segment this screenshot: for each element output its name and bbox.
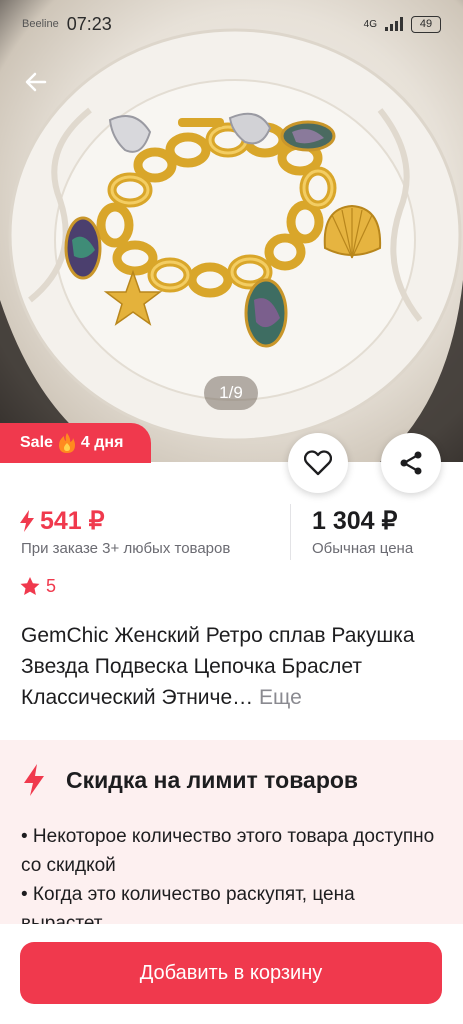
share-icon bbox=[400, 451, 422, 475]
limit-discount-title: Скидка на лимит товаров bbox=[66, 766, 359, 793]
sale-badge: Sale 4 дня bbox=[0, 423, 151, 463]
show-more-link[interactable]: Еще bbox=[259, 686, 302, 709]
product-title-text: GemChic Женский Ретро сплав Ракушка Звез… bbox=[21, 624, 415, 709]
lightning-icon bbox=[20, 510, 34, 532]
star-icon bbox=[20, 577, 40, 595]
status-carrier: Beeline bbox=[22, 18, 59, 30]
limit-discount-header: Скидка на лимит товаров bbox=[24, 764, 358, 796]
fire-icon bbox=[58, 433, 75, 453]
back-button[interactable] bbox=[16, 62, 56, 102]
price-divider bbox=[290, 504, 291, 560]
rating-value: 5 bbox=[46, 576, 57, 596]
rating[interactable]: 5 bbox=[20, 576, 56, 597]
price-block: 541 ₽ При заказе 3+ любых товаров 1 304 … bbox=[0, 502, 463, 562]
regular-price: 1 304 ₽ bbox=[312, 507, 398, 535]
sale-label: Sale bbox=[20, 434, 53, 451]
product-title: GemChic Женский Ретро сплав Ракушка Звез… bbox=[21, 620, 441, 713]
limit-discount-line-1: • Некоторое количество этого товара дост… bbox=[21, 826, 435, 876]
sale-days: 4 дня bbox=[80, 434, 124, 451]
gallery-counter: 1/9 bbox=[204, 376, 258, 410]
network-indicator: 4G bbox=[363, 18, 377, 30]
favorite-button[interactable] bbox=[288, 433, 348, 493]
status-time: 07:23 bbox=[66, 13, 112, 34]
limit-discount-description: • Некоторое количество этого товара дост… bbox=[21, 822, 441, 938]
regular-price-label: Обычная цена bbox=[312, 540, 414, 557]
promo-price-value: 541 ₽ bbox=[40, 507, 105, 535]
arrow-left-icon bbox=[25, 72, 47, 92]
promo-condition: При заказе 3+ любых товаров bbox=[21, 540, 231, 557]
lightning-icon bbox=[24, 764, 44, 796]
status-bar: Beeline 07:23 4G 49 bbox=[0, 0, 463, 48]
promo-price: 541 ₽ bbox=[20, 506, 105, 536]
battery-icon: 49 bbox=[411, 15, 441, 33]
heart-icon bbox=[304, 450, 332, 476]
product-image-gallery[interactable]: Beeline 07:23 4G 49 1/9 bbox=[0, 0, 463, 462]
share-button[interactable] bbox=[381, 433, 441, 493]
signal-icon bbox=[385, 17, 403, 31]
add-to-cart-button[interactable]: Добавить в корзину bbox=[20, 942, 442, 1004]
